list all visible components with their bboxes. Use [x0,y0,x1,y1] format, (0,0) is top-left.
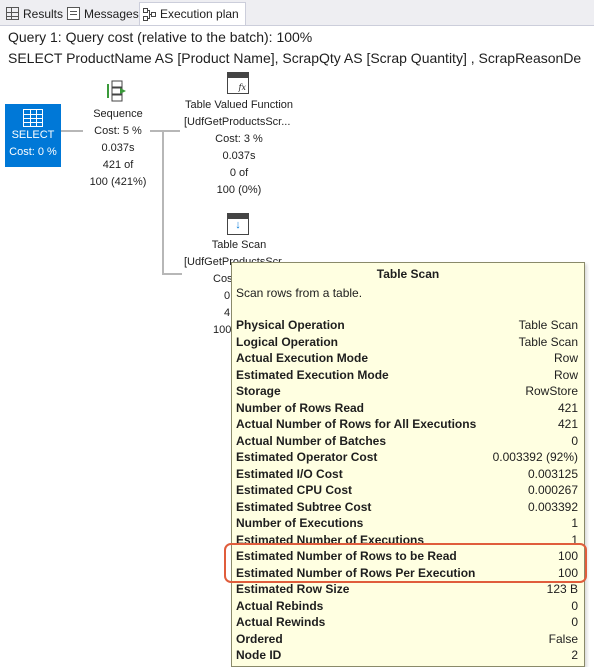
tab-execution-plan[interactable]: Execution plan [139,2,246,25]
tooltip-row-value: Table Scan [518,318,578,333]
tooltip-row-label: Physical Operation [236,318,345,333]
tooltip-row-label: Estimated I/O Cost [236,466,343,481]
select-node-name: SELECT [11,129,55,141]
tooltip-row: Estimated Row Size 123 B [236,581,578,598]
tab-results[interactable]: Results [6,3,63,24]
tooltip-row-value: RowStore [525,384,578,399]
sequence-node-rows: 421 of [102,159,134,171]
tooltip-row-label: Actual Execution Mode [236,351,369,366]
tooltip-row-label: Actual Rebinds [236,598,324,613]
tooltip-row-value: 123 B [546,582,578,597]
tooltip-row-label: Estimated Operator Cost [236,450,378,465]
tooltip-row-label: Logical Operation [236,334,339,349]
tooltip-row-value: 0.003125 [527,466,578,481]
tooltip-row: Actual Execution Mode Row [236,350,578,367]
highlight-box [224,543,587,583]
table-valued-function-icon[interactable]: fx [227,72,249,94]
plan-node-table-valued-function[interactable]: Table Valued Function [UdfGetProductsScr… [178,97,300,199]
tooltip-row-value: 421 [557,417,578,432]
table-scan-node-name: Table Scan [211,239,267,251]
tooltip-row: Number of Executions 1 [236,515,578,532]
tooltip-description: Scan rows from a table. [236,286,363,300]
tooltip-row-label: Estimated Row Size [236,582,350,597]
sequence-icon[interactable] [106,80,128,102]
tooltip-row-value: 421 [557,400,578,415]
select-node-cost: Cost: 0 % [9,146,57,158]
tooltip-row-label: Actual Rewinds [236,615,326,630]
tooltip-row: Physical Operation Table Scan [236,317,578,334]
tooltip-row: Node ID 2 [236,647,578,664]
tvf-node-time: 0.037s [222,150,256,162]
tvf-node-name: Table Valued Function [184,99,294,111]
select-icon [23,109,43,127]
tooltip-title: Table Scan [376,267,440,281]
execution-plan-icon [143,7,156,21]
tooltip-row-label: Actual Number of Rows for All Executions [236,417,477,432]
tooltip-row-label: Storage [236,384,281,399]
tooltip-row-value: False [548,631,578,646]
tooltip-row-value: 0 [571,615,578,630]
tooltip-row-value: Row [553,367,578,382]
tooltip-row: Estimated CPU Cost 0.000267 [236,482,578,499]
sequence-node-name: Sequence [93,108,143,120]
tooltip-row-value: Table Scan [518,334,578,349]
tooltip-row-label: Node ID [236,648,282,663]
tooltip-row-value: 2 [571,648,578,663]
tooltip-row: Estimated Operator Cost 0.003392 (92%) [236,449,578,466]
table-scan-icon[interactable]: ↓ [227,213,249,235]
tooltip-row-value: 0 [571,598,578,613]
sequence-node-estimate: 100 (421%) [89,176,147,188]
tooltip-row: Actual Number of Batches 0 [236,433,578,450]
sql-statement-line: SELECT ProductName AS [Product Name], Sc… [8,50,582,66]
connector-vertical [162,130,164,275]
tooltip-row: Actual Rebinds 0 [236,598,578,615]
tooltip-row: Logical Operation Table Scan [236,334,578,351]
tooltip-row-value: 1 [571,516,578,531]
results-tab-strip: Results Messages Execution plan [0,0,594,26]
tooltip-row-value: 0 [571,433,578,448]
tooltip-row-value: 0.003392 [527,499,578,514]
tooltip-row-label: Estimated Execution Mode [236,367,389,382]
tooltip-row: Ordered False [236,631,578,648]
tooltip-row: Actual Number of Rows for All Executions… [236,416,578,433]
tooltip-row: Estimated Subtree Cost 0.003392 [236,499,578,516]
sequence-node-cost: Cost: 5 % [94,125,142,137]
tooltip-properties: Physical Operation Table Scan Logical Oper… [236,317,578,664]
tab-results-label: Results [23,6,64,21]
tooltip-row-label: Estimated CPU Cost [236,483,353,498]
tab-execution-plan-label: Execution plan [160,7,239,21]
plan-node-select[interactable]: SELECT Cost: 0 % [5,104,61,167]
tab-messages-label: Messages [84,6,139,21]
tooltip-row-label: Estimated Subtree Cost [236,499,372,514]
messages-icon [67,7,80,20]
tooltip-row: Storage RowStore [236,383,578,400]
tooltip-row: Estimated I/O Cost 0.003125 [236,466,578,483]
tooltip-row: Estimated Execution Mode Row [236,367,578,384]
tooltip-row-label: Number of Executions [236,516,364,531]
tooltip-row-value: 0.000267 [527,483,578,498]
query-cost-line: Query 1: Query cost (relative to the bat… [8,29,313,45]
tooltip-row-value: 0.003392 (92%) [492,450,578,465]
tooltip-row: Number of Rows Read 421 [236,400,578,417]
tooltip-row: Actual Rewinds 0 [236,614,578,631]
tvf-node-estimate: 100 (0%) [216,184,262,196]
tvf-node-rows: 0 of [229,167,249,179]
tooltip-row-label: Number of Rows Read [236,400,365,415]
plan-node-sequence[interactable]: Sequence Cost: 5 % 0.037s 421 of 100 (42… [80,106,156,191]
tooltip-row-label: Ordered [236,631,283,646]
grid-icon [6,7,19,20]
sequence-node-time: 0.037s [101,142,135,154]
tooltip-row-label: Actual Number of Batches [236,433,387,448]
tvf-node-object: [UdfGetProductsScr... [184,116,291,128]
tooltip-row-value: Row [553,351,578,366]
tab-messages[interactable]: Messages [67,3,139,24]
tvf-node-cost: Cost: 3 % [215,133,263,145]
operator-tooltip: Table Scan Scan rows from a table. Physi… [231,262,585,667]
